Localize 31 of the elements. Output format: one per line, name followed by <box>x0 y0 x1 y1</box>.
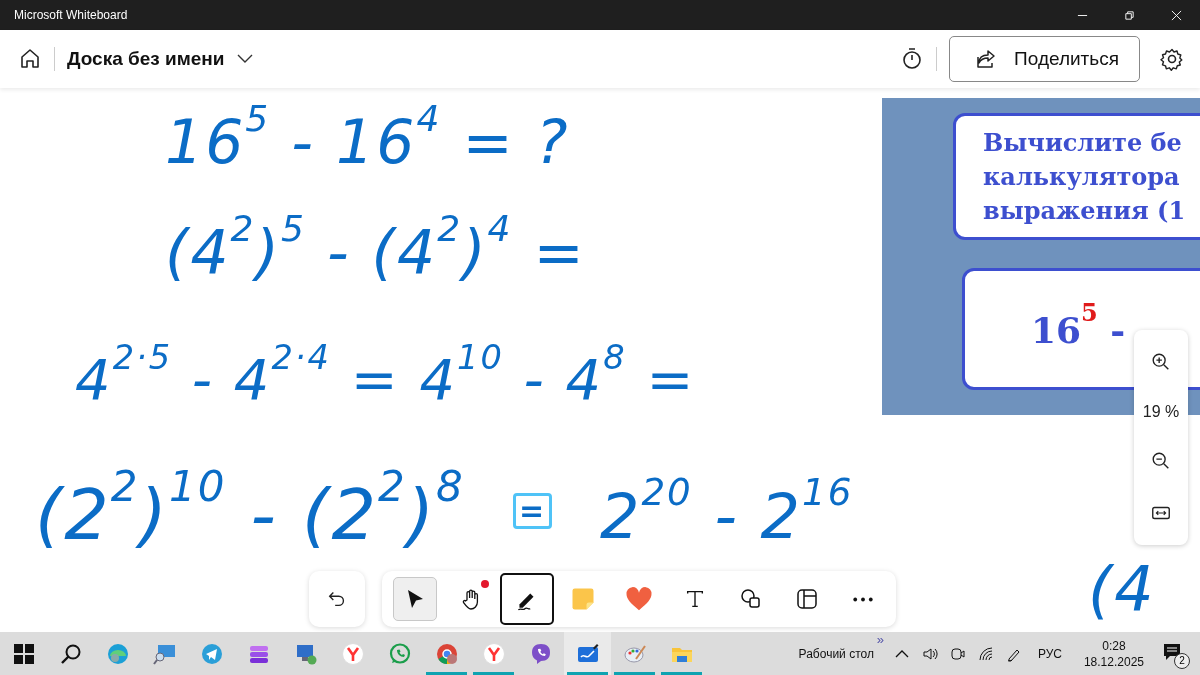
expression-text: 16$^{5}$ - <box>1031 297 1127 353</box>
handwritten-ink[interactable]: (4 <box>1088 550 1156 631</box>
pen-tool-button[interactable] <box>500 573 554 625</box>
clock-time[interactable]: 0:28 <box>1102 638 1126 653</box>
whiteboard-taskbar-icon[interactable] <box>564 632 611 675</box>
window-title: Microsoft Whiteboard <box>14 8 128 22</box>
more-icon <box>853 596 873 602</box>
clock-date[interactable]: 18.12.2025 <box>1083 654 1144 669</box>
notification-count: 2 <box>1174 652 1190 669</box>
handwritten-ink[interactable]: (4$^{2}$)$^{5}$ - (4$^{2}$)$^{4}$ = <box>165 206 586 292</box>
select-tool-button[interactable] <box>393 577 437 621</box>
task-text-line: калькулятора <box>983 161 1181 193</box>
layout-icon <box>795 587 819 611</box>
task-text-line: выражения (1 <box>983 195 1187 227</box>
settings-icon[interactable] <box>1160 47 1184 71</box>
zoom-level: 19 % <box>1142 402 1180 421</box>
handwritten-ink[interactable]: (2$^{2}$)$^{10}$ - (2$^{2}$)$^{8}$ <box>35 460 465 561</box>
home-icon[interactable] <box>18 47 42 71</box>
handwritten-ink[interactable]: 16$^{5}$ - 16$^{4}$ = ? <box>165 96 570 182</box>
board-title[interactable]: Доска без имени <box>67 48 225 70</box>
chevron-down-icon[interactable] <box>236 54 253 64</box>
toolbar-overflow-chevron[interactable]: » <box>876 633 884 646</box>
share-button[interactable]: Поделиться <box>949 36 1140 82</box>
language-indicator[interactable]: РУС <box>1037 646 1062 661</box>
desktop-toolbar-label[interactable]: Рабочий стол <box>798 646 874 661</box>
handwritten-ink[interactable]: = <box>513 493 553 529</box>
text-icon <box>684 588 706 610</box>
handwritten-ink[interactable]: 2$^{20}$ - 2$^{16}$ <box>600 468 854 559</box>
handwritten-ink[interactable]: 4$^{2·5}$ - 4$^{2·4}$ = 4$^{10}$ - 4$^{8}$ = <box>75 336 696 418</box>
shapes-icon <box>739 587 763 611</box>
task-text-line: Вычислите бе <box>983 127 1183 159</box>
